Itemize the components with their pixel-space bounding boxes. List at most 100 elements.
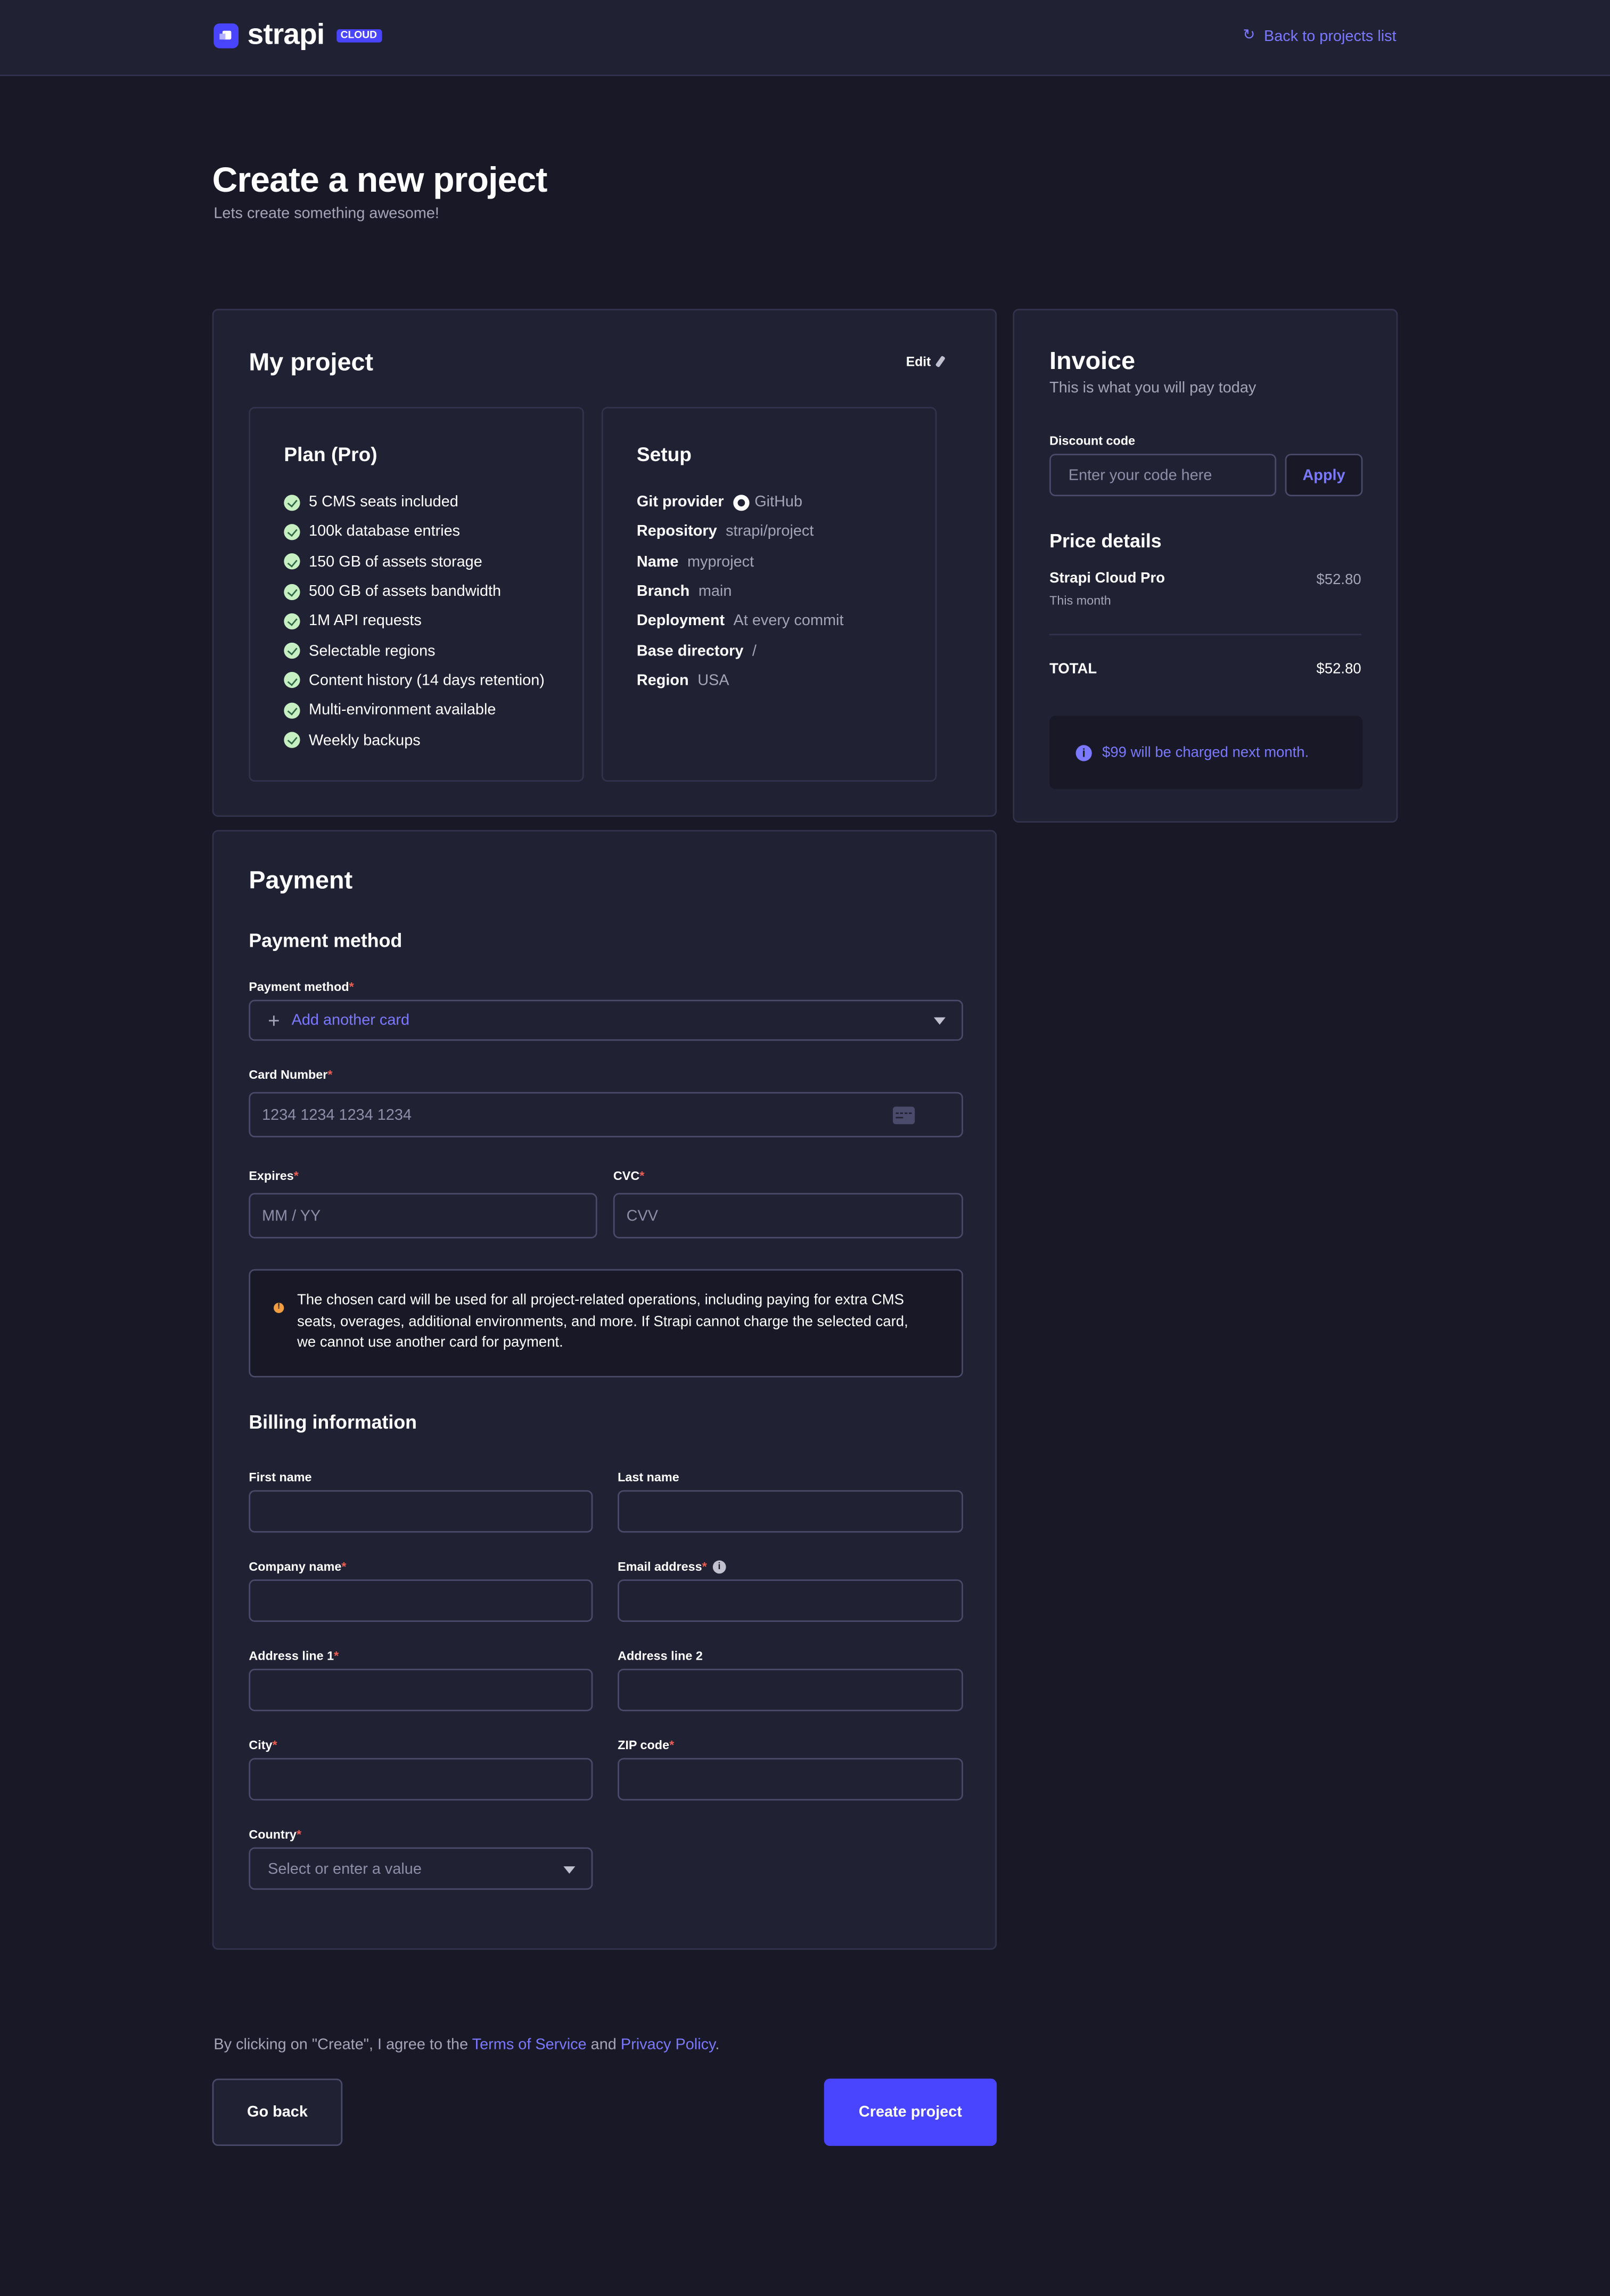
- last-name-label: Last name: [618, 1470, 679, 1485]
- payment-card: Payment Payment method Payment method* +…: [212, 830, 997, 1950]
- setup-value: USA: [697, 671, 729, 690]
- payment-title: Payment: [249, 866, 353, 895]
- feature-label: 5 CMS seats included: [309, 493, 458, 511]
- feature-label: 1M API requests: [309, 612, 422, 630]
- credit-card-icon: [892, 1105, 915, 1124]
- check-icon: [284, 672, 300, 689]
- plan-card: Plan (Pro) 5 CMS seats included 100k dat…: [249, 407, 584, 782]
- invoice-subtitle: This is what you will pay today: [1049, 379, 1256, 397]
- plan-feature: 1M API requests: [284, 606, 545, 636]
- cvc-label: CVC*: [613, 1168, 644, 1183]
- setup-key: Region: [636, 671, 689, 690]
- setup-value: myproject: [687, 553, 754, 571]
- label-text: Expires: [249, 1168, 294, 1183]
- back-to-projects-link[interactable]: ↻ Back to projects list: [1243, 28, 1396, 45]
- page-title: Create a new project: [212, 161, 548, 201]
- label-text: CVC: [613, 1168, 640, 1183]
- payment-method-heading: Payment method: [249, 929, 402, 952]
- terms-and: and: [586, 2036, 621, 2054]
- info-icon: i: [1075, 744, 1092, 761]
- check-icon: [284, 524, 300, 540]
- label-text: City: [249, 1737, 273, 1752]
- feature-label: Selectable regions: [309, 642, 436, 660]
- setup-row-branch: Branch main: [637, 577, 844, 606]
- address-line-2-label: Address line 2: [618, 1648, 703, 1663]
- setup-row-git-provider: Git provider GitHub: [637, 487, 844, 517]
- zip-code-input[interactable]: [618, 1758, 963, 1801]
- divider: [1049, 634, 1361, 636]
- email-info-icon[interactable]: i: [712, 1560, 726, 1573]
- label-text: Email address: [618, 1559, 702, 1574]
- email-input[interactable]: [618, 1579, 963, 1622]
- required-mark: *: [296, 1826, 302, 1842]
- chevron-down-icon: [933, 1017, 946, 1025]
- warning-text: The chosen card will be used for all pro…: [297, 1292, 908, 1351]
- setup-value-text: GitHub: [754, 493, 803, 511]
- pencil-icon: [935, 355, 946, 368]
- terms-agreement: By clicking on "Create", I agree to the …: [213, 2036, 719, 2054]
- label-text: Payment method: [249, 979, 349, 994]
- setup-row-name: Name myproject: [637, 547, 844, 577]
- apply-discount-button[interactable]: Apply: [1285, 454, 1363, 496]
- edit-project-button[interactable]: Edit: [906, 354, 946, 369]
- address-line-1-label: Address line 1*: [249, 1648, 339, 1662]
- plan-feature: 500 GB of assets bandwidth: [284, 577, 545, 606]
- price-item-period: This month: [1049, 593, 1111, 608]
- setup-row-deployment: Deployment At every commit: [637, 606, 844, 636]
- plus-icon: +: [268, 1008, 280, 1032]
- first-name-label: First name: [249, 1470, 312, 1485]
- project-card: My project Edit Plan (Pro) 5 CMS seats i…: [212, 309, 997, 817]
- setup-value: main: [698, 583, 732, 601]
- city-input[interactable]: [249, 1758, 593, 1801]
- check-icon: [284, 732, 300, 748]
- expires-input[interactable]: [249, 1193, 597, 1239]
- cvc-input[interactable]: [613, 1193, 963, 1239]
- required-mark: *: [349, 979, 354, 994]
- total-amount: $52.80: [1316, 661, 1361, 678]
- card-number-input[interactable]: [249, 1092, 963, 1138]
- feature-label: Content history (14 days retention): [309, 671, 545, 690]
- go-back-button[interactable]: Go back: [212, 2078, 343, 2146]
- address-line-1-input[interactable]: [249, 1668, 593, 1711]
- discount-code-label: Discount code: [1049, 433, 1136, 448]
- plan-title: Plan (Pro): [284, 443, 377, 466]
- feature-label: 150 GB of assets storage: [309, 553, 482, 571]
- last-name-input[interactable]: [618, 1490, 963, 1533]
- check-icon: [284, 553, 300, 570]
- back-arrow-icon: ↻: [1243, 28, 1255, 44]
- setup-key: Base directory: [636, 642, 744, 660]
- check-icon: [284, 583, 300, 600]
- feature-label: Multi-environment available: [309, 701, 496, 719]
- project-title: My project: [249, 348, 374, 376]
- warning-icon: !: [274, 1302, 284, 1313]
- setup-value: strapi/project: [726, 523, 814, 541]
- setup-value: /: [752, 642, 757, 660]
- setup-value: At every commit: [733, 612, 844, 630]
- label-text: Card Number: [249, 1067, 328, 1082]
- country-select[interactable]: Select or enter a value: [249, 1847, 593, 1890]
- terms-prefix: By clicking on "Create", I agree to the: [213, 2036, 472, 2054]
- required-mark: *: [669, 1737, 675, 1752]
- first-name-input[interactable]: [249, 1490, 593, 1533]
- payment-method-select[interactable]: + Add another card: [249, 999, 963, 1041]
- address-line-2-input[interactable]: [618, 1668, 963, 1711]
- terms-suffix: .: [715, 2036, 720, 2054]
- price-item-name: Strapi Cloud Pro: [1049, 571, 1165, 587]
- billing-information-heading: Billing information: [249, 1411, 417, 1433]
- discount-code-input[interactable]: [1049, 454, 1277, 496]
- terms-of-service-link[interactable]: Terms of Service: [472, 2036, 587, 2054]
- price-item-amount: $52.80: [1316, 572, 1361, 589]
- privacy-policy-link[interactable]: Privacy Policy: [621, 2036, 716, 2054]
- required-mark: *: [639, 1168, 645, 1183]
- check-icon: [284, 643, 300, 659]
- create-project-button[interactable]: Create project: [824, 2078, 997, 2146]
- page: strapi CLOUD ↻ Back to projects list Cre…: [0, 0, 1610, 2295]
- total-label: TOTAL: [1049, 661, 1097, 678]
- company-name-input[interactable]: [249, 1579, 593, 1622]
- required-mark: *: [334, 1648, 339, 1663]
- strapi-cloud-logo[interactable]: strapi CLOUD: [213, 20, 382, 50]
- github-icon: [732, 494, 749, 511]
- plan-feature: Weekly backups: [284, 725, 545, 755]
- setup-row-base-directory: Base directory /: [637, 636, 844, 666]
- label-text: Address line 1: [249, 1648, 334, 1663]
